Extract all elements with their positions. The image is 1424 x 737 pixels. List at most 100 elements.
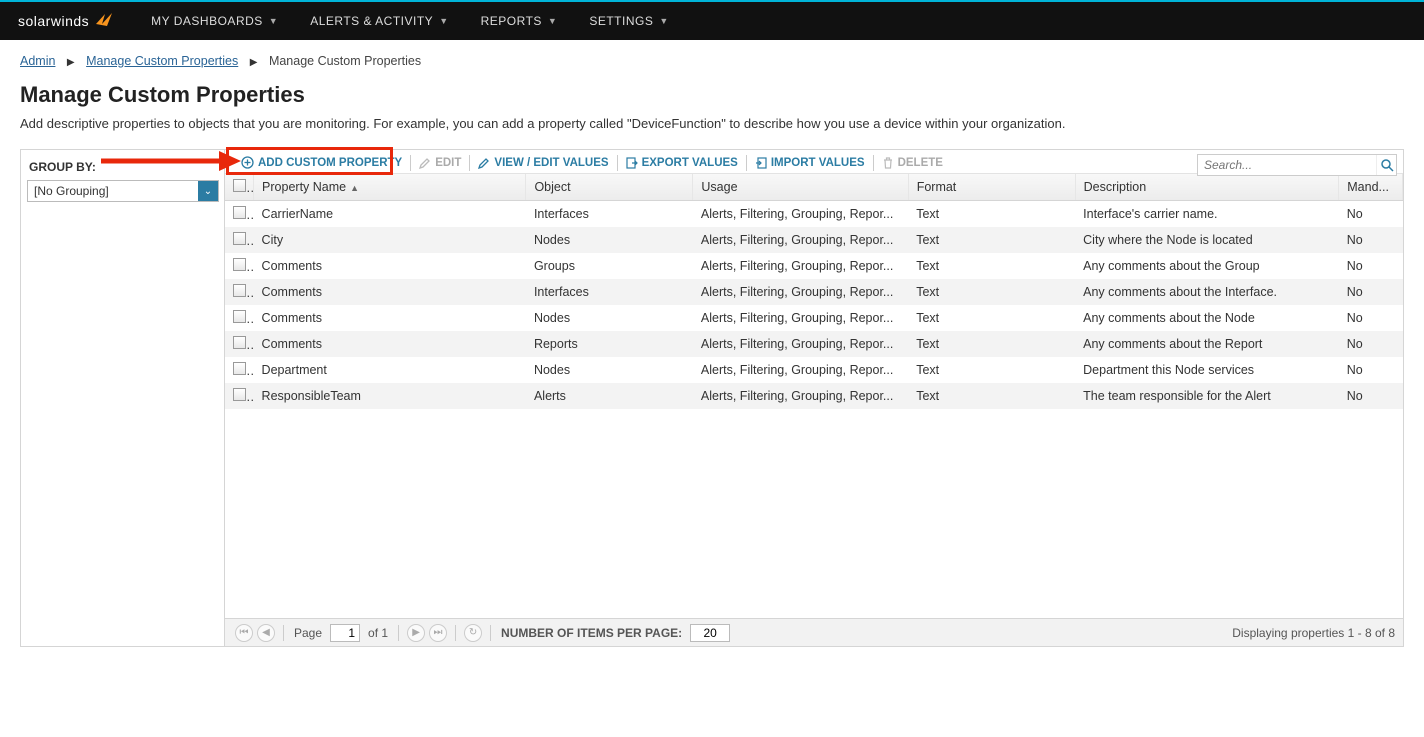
chevron-down-icon: ⌄: [198, 181, 218, 201]
search-input[interactable]: [1198, 158, 1376, 172]
cell-object: Nodes: [526, 227, 693, 253]
search-icon: [1380, 158, 1394, 172]
button-label: IMPORT VALUES: [771, 157, 865, 169]
cell-format: Text: [908, 253, 1075, 279]
export-values-button[interactable]: EXPORT VALUES: [620, 155, 744, 171]
row-checkbox-cell[interactable]: [225, 357, 254, 383]
table-row[interactable]: ResponsibleTeamAlertsAlerts, Filtering, …: [225, 383, 1403, 409]
row-checkbox-cell[interactable]: [225, 383, 254, 409]
table-row[interactable]: CommentsInterfacesAlerts, Filtering, Gro…: [225, 279, 1403, 305]
row-checkbox-cell[interactable]: [225, 279, 254, 305]
col-header-usage[interactable]: Usage: [693, 174, 908, 201]
groupby-select[interactable]: [No Grouping] ⌄: [27, 180, 219, 202]
pencil-icon: [478, 157, 490, 169]
pencil-icon: [419, 157, 431, 169]
pager-separator: [398, 625, 399, 641]
caret-down-icon: ▼: [439, 16, 448, 26]
select-all-header[interactable]: [225, 174, 254, 201]
cell-usage: Alerts, Filtering, Grouping, Repor...: [693, 383, 908, 409]
trash-icon: [882, 157, 894, 169]
delete-button[interactable]: DELETE: [876, 155, 949, 171]
nav-my-dashboards[interactable]: MY DASHBOARDS▼: [135, 2, 294, 40]
breadcrumb-admin[interactable]: Admin: [20, 54, 55, 68]
nav-label: SETTINGS: [589, 14, 653, 28]
col-header-property-name[interactable]: Property Name▲: [254, 174, 526, 201]
nav-reports[interactable]: REPORTS▼: [465, 2, 574, 40]
cell-mandatory: No: [1339, 357, 1403, 383]
cell-object: Nodes: [526, 305, 693, 331]
refresh-button[interactable]: ↻: [464, 624, 482, 642]
table-row[interactable]: CarrierNameInterfacesAlerts, Filtering, …: [225, 201, 1403, 228]
cell-usage: Alerts, Filtering, Grouping, Repor...: [693, 357, 908, 383]
cell-format: Text: [908, 383, 1075, 409]
button-label: EDIT: [435, 157, 461, 169]
col-header-object[interactable]: Object: [526, 174, 693, 201]
col-header-format[interactable]: Format: [908, 174, 1075, 201]
cell-format: Text: [908, 305, 1075, 331]
per-page-input[interactable]: [690, 624, 730, 642]
prev-page-button[interactable]: ◀: [257, 624, 275, 642]
per-page-label: NUMBER OF ITEMS PER PAGE:: [501, 626, 682, 640]
cell-object: Nodes: [526, 357, 693, 383]
cell-format: Text: [908, 357, 1075, 383]
cell-property-name: Department: [254, 357, 526, 383]
nav-settings[interactable]: SETTINGS▼: [573, 2, 684, 40]
table-header-row: Property Name▲ Object Usage Format Descr…: [225, 174, 1403, 201]
cell-property-name: Comments: [254, 305, 526, 331]
col-header-description[interactable]: Description: [1075, 174, 1339, 201]
cell-property-name: City: [254, 227, 526, 253]
page-description: Add descriptive properties to objects th…: [0, 116, 1424, 149]
page-number-input[interactable]: [330, 624, 360, 642]
cell-usage: Alerts, Filtering, Grouping, Repor...: [693, 331, 908, 357]
pager-status: Displaying properties 1 - 8 of 8: [1232, 626, 1395, 640]
cell-description: Any comments about the Group: [1075, 253, 1339, 279]
cell-description: City where the Node is located: [1075, 227, 1339, 253]
cell-description: Any comments about the Interface.: [1075, 279, 1339, 305]
cell-usage: Alerts, Filtering, Grouping, Repor...: [693, 279, 908, 305]
first-page-button[interactable]: ⏮: [235, 624, 253, 642]
row-checkbox-cell[interactable]: [225, 253, 254, 279]
brand[interactable]: solarwinds: [18, 12, 115, 31]
nav-alerts-activity[interactable]: ALERTS & ACTIVITY▼: [294, 2, 464, 40]
table-row[interactable]: CommentsGroupsAlerts, Filtering, Groupin…: [225, 253, 1403, 279]
cell-property-name: ResponsibleTeam: [254, 383, 526, 409]
checkbox-icon: [233, 284, 246, 297]
row-checkbox-cell[interactable]: [225, 331, 254, 357]
cell-usage: Alerts, Filtering, Grouping, Repor...: [693, 201, 908, 228]
plus-circle-icon: [241, 156, 254, 169]
cell-usage: Alerts, Filtering, Grouping, Repor...: [693, 305, 908, 331]
import-values-button[interactable]: IMPORT VALUES: [749, 155, 871, 171]
checkbox-icon: [233, 179, 246, 192]
pager: ⏮ ◀ Page of 1 ▶ ⏭ ↻ NUMBER OF ITEMS PER …: [225, 618, 1403, 646]
sort-asc-icon: ▲: [350, 183, 359, 193]
table-row[interactable]: DepartmentNodesAlerts, Filtering, Groupi…: [225, 357, 1403, 383]
button-label: VIEW / EDIT VALUES: [494, 157, 608, 169]
table-row[interactable]: CityNodesAlerts, Filtering, Grouping, Re…: [225, 227, 1403, 253]
row-checkbox-cell[interactable]: [225, 201, 254, 228]
row-checkbox-cell[interactable]: [225, 305, 254, 331]
edit-button[interactable]: EDIT: [413, 155, 467, 171]
table-row[interactable]: CommentsNodesAlerts, Filtering, Grouping…: [225, 305, 1403, 331]
toolbar-separator: [746, 155, 747, 171]
col-header-mandatory[interactable]: Mand...: [1339, 174, 1403, 201]
cell-mandatory: No: [1339, 331, 1403, 357]
page-label: Page: [294, 626, 322, 640]
next-page-button[interactable]: ▶: [407, 624, 425, 642]
brand-logo-icon: [95, 12, 115, 31]
breadcrumb-sep-icon: ▶: [250, 57, 258, 68]
toolbar-separator: [873, 155, 874, 171]
add-custom-property-button[interactable]: ADD CUSTOM PROPERTY: [235, 154, 408, 171]
table-row[interactable]: CommentsReportsAlerts, Filtering, Groupi…: [225, 331, 1403, 357]
cell-object: Interfaces: [526, 279, 693, 305]
row-checkbox-cell[interactable]: [225, 227, 254, 253]
checkbox-icon: [233, 232, 246, 245]
checkbox-icon: [233, 258, 246, 271]
search-button[interactable]: [1376, 155, 1396, 175]
cell-mandatory: No: [1339, 305, 1403, 331]
nav-label: MY DASHBOARDS: [151, 14, 263, 28]
breadcrumb-manage-custom-properties[interactable]: Manage Custom Properties: [86, 54, 238, 68]
view-edit-values-button[interactable]: VIEW / EDIT VALUES: [472, 155, 614, 171]
cell-mandatory: No: [1339, 279, 1403, 305]
checkbox-icon: [233, 310, 246, 323]
last-page-button[interactable]: ⏭: [429, 624, 447, 642]
